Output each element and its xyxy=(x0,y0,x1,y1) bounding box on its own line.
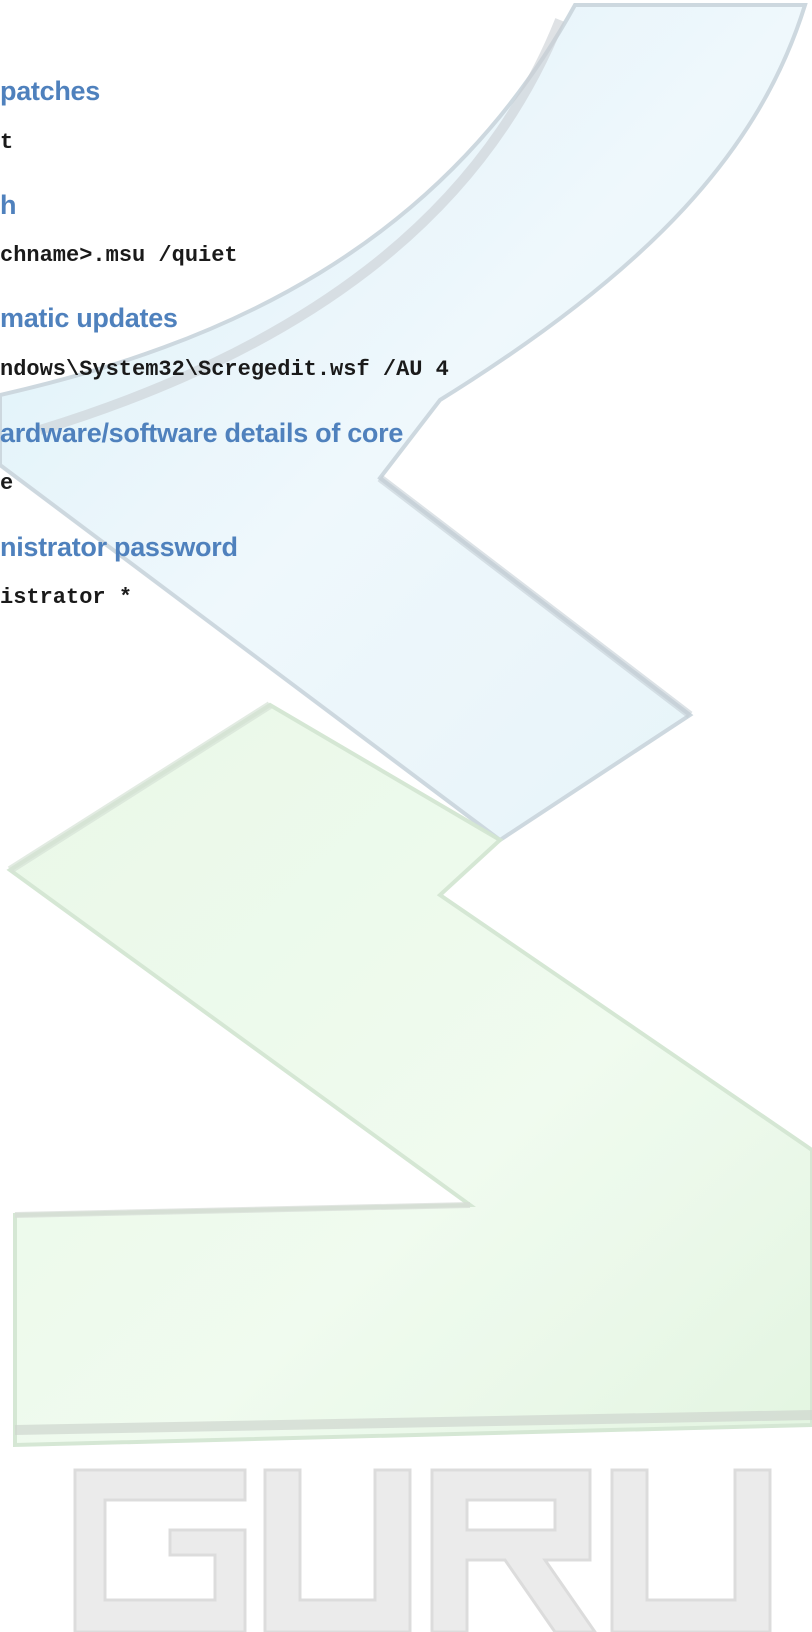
section-heading-patch: h xyxy=(0,190,17,220)
command-line-4: e xyxy=(0,471,14,496)
section-heading-automatic-updates: matic updates xyxy=(0,303,178,333)
logo-green-z xyxy=(6,702,812,1448)
command-line-5: istrator * xyxy=(0,585,133,610)
document-content: patches t h chname>.msu /quiet matic upd… xyxy=(0,0,812,700)
command-line-2: chname>.msu /quiet xyxy=(0,243,238,268)
section-heading-patches: patches xyxy=(0,76,100,106)
section-heading-hardware-software-details: ardware/software details of core xyxy=(0,418,404,448)
logo-letters xyxy=(73,1468,772,1632)
section-heading-administrator-password: nistrator password xyxy=(0,532,238,562)
command-line-3: ndows\System32\Scregedit.wsf /AU 4 xyxy=(0,357,449,382)
command-line-1: t xyxy=(0,130,14,155)
